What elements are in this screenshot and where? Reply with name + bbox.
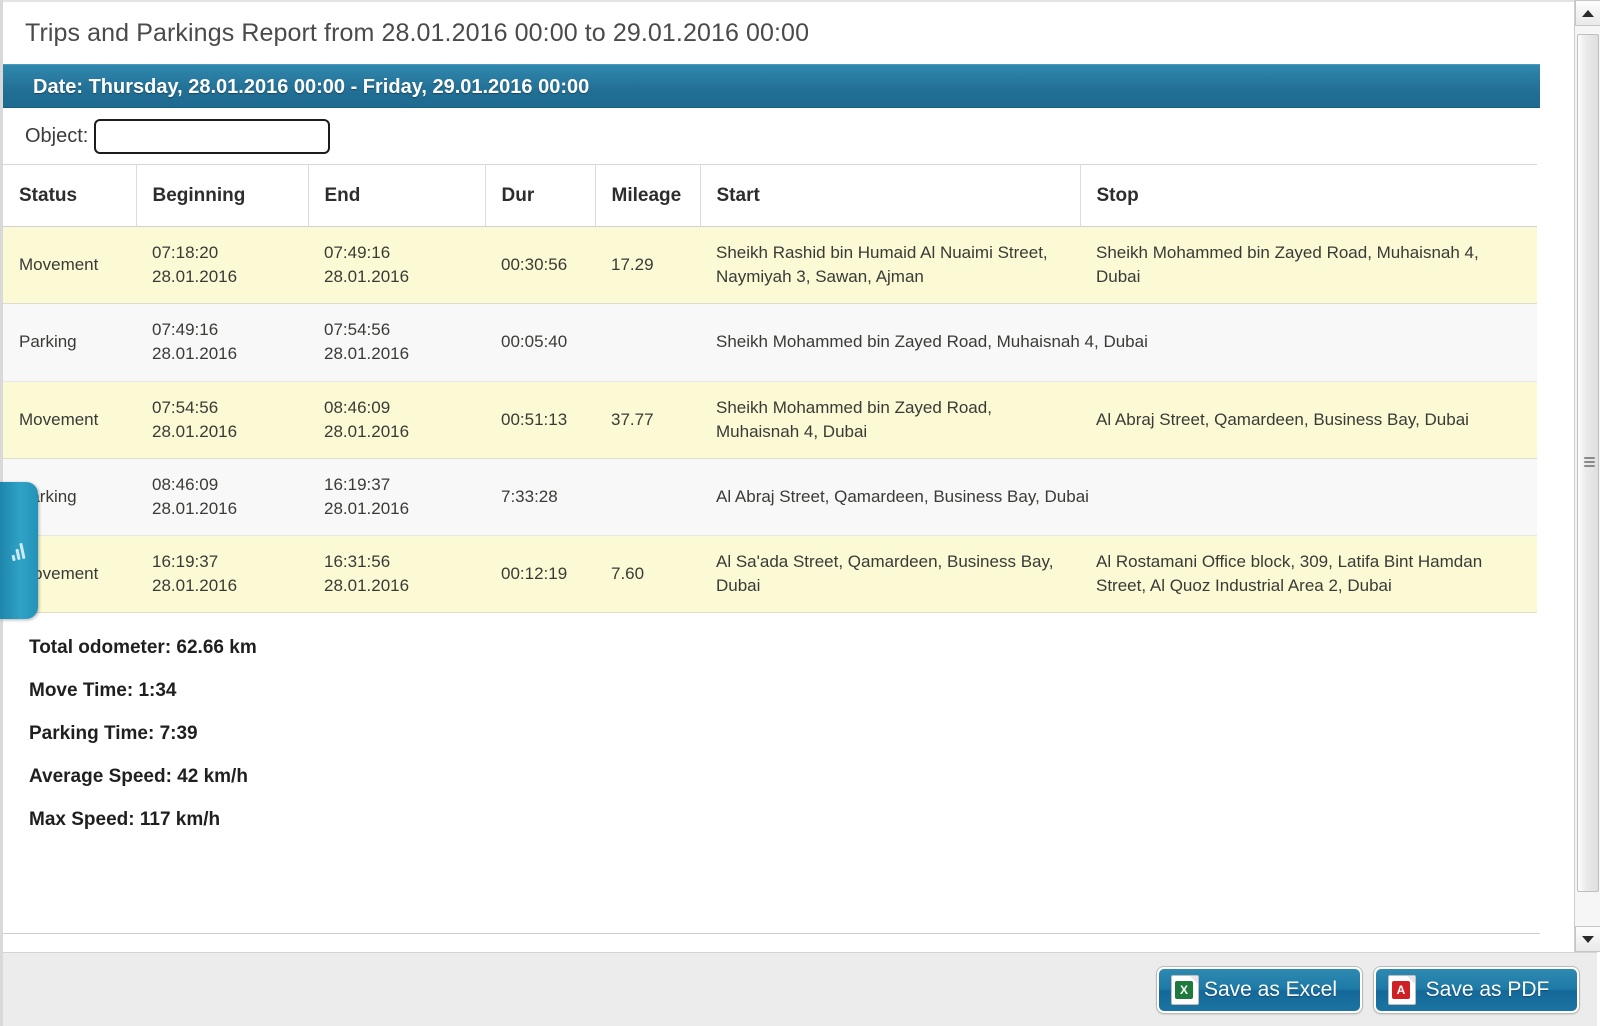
begin-date: 28.01.2016 [152,267,238,287]
begin-time: 07:49:16 [152,320,219,340]
table-row[interactable]: Parking 08:46:09 28.01.2016 16:19:37 28.… [3,458,1537,537]
side-panel-toggle-tab[interactable] [0,482,38,619]
vertical-scrollbar[interactable] [1574,0,1600,952]
cell-status: Movement [3,381,136,459]
cell-stop: Al Abraj Street, Qamardeen, Business Bay… [1080,381,1537,459]
column-header-mileage[interactable]: Mileage [595,164,701,227]
scroll-up-button[interactable] [1575,0,1600,26]
cell-mileage: 7.60 [595,535,700,614]
cell-start: Sheikh Mohammed bin Zayed Road, Muhaisna… [700,381,1080,459]
cell-end: 07:54:56 28.01.2016 [308,303,485,382]
table-row[interactable]: Movement 07:18:20 28.01.2016 07:49:16 28… [3,226,1537,305]
table-row[interactable]: Movement 07:54:56 28.01.2016 08:46:09 28… [3,381,1537,459]
end-time: 16:31:56 [324,552,391,571]
report-window: Trips and Parkings Report from 28.01.201… [0,0,1600,1026]
summary-total-odometer: Total odometer: 62.66 km [29,637,257,659]
cell-status: Parking [3,303,136,382]
begin-date: 28.01.2016 [152,576,238,596]
begin-date: 28.01.2016 [152,344,238,364]
cell-end: 08:46:09 28.01.2016 [308,381,485,459]
cell-start: Sheikh Rashid bin Humaid Al Nuaimi Stree… [700,226,1080,305]
end-date: 28.01.2016 [324,344,410,364]
save-as-excel-label: Save as Excel [1203,977,1338,1001]
table-row[interactable]: Movement 16:19:37 28.01.2016 16:31:56 28… [3,535,1537,614]
save-as-excel-button[interactable]: X Save as Excel [1157,966,1362,1013]
cell-beginning: 07:54:56 28.01.2016 [136,381,308,459]
cell-status: Movement [3,226,136,305]
cell-duration: 00:30:56 [485,226,595,305]
table-header-row: Status Beginning End Dur Mileage Start S… [3,164,1537,227]
column-header-beginning[interactable]: Beginning [136,164,309,227]
excel-badge-label: X [1175,980,1193,999]
cell-mileage [595,458,700,537]
column-header-status[interactable]: Status [3,164,137,227]
summary-move-time: Move Time: 1:34 [29,680,177,702]
cell-start: Sheikh Mohammed bin Zayed Road, Muhaisna… [700,303,1537,382]
page-title: Trips and Parkings Report from 28.01.201… [25,19,810,47]
save-as-pdf-button[interactable]: A Save as PDF [1374,966,1579,1013]
content-divider [3,933,1540,934]
table-row[interactable]: Parking 07:49:16 28.01.2016 07:54:56 28.… [3,303,1537,382]
chart-bars-icon [9,542,26,562]
date-range-banner: Date: Thursday, 28.01.2016 00:00 - Frida… [3,64,1540,108]
summary-panel: Total odometer: 62.66 km Move Time: 1:34… [3,613,1540,832]
end-date: 28.01.2016 [324,421,410,441]
cell-beginning: 07:49:16 28.01.2016 [136,303,308,382]
cell-mileage: 37.77 [595,381,700,459]
chevron-down-icon [1582,936,1594,943]
object-filter-label: Object: [25,124,89,147]
cell-duration: 00:51:13 [485,381,595,459]
cell-duration: 7:33:28 [485,458,595,537]
cell-stop: Sheikh Mohammed bin Zayed Road, Muhaisna… [1080,226,1537,305]
cell-beginning: 16:19:37 28.01.2016 [136,535,308,614]
summary-average-speed: Average Speed: 42 km/h [29,766,248,788]
end-time: 08:46:09 [324,397,391,417]
object-filter-row: Object: [3,108,1540,164]
cell-start: Al Sa'ada Street, Qamardeen, Business Ba… [700,535,1080,614]
save-as-pdf-label: Save as PDF [1425,977,1550,1001]
scroll-down-button[interactable] [1575,926,1600,952]
end-time: 07:49:16 [324,243,391,262]
begin-time: 08:46:09 [152,474,219,494]
cell-mileage: 17.29 [595,226,700,305]
begin-time: 07:54:56 [152,397,219,417]
cell-beginning: 07:18:20 28.01.2016 [136,226,308,305]
excel-file-icon: X [1171,974,1199,1005]
cell-stop: Al Rostamani Office block, 309, Latifa B… [1080,535,1537,614]
begin-time: 16:19:37 [152,552,219,571]
column-header-start[interactable]: Start [700,164,1081,227]
end-date: 28.01.2016 [324,576,410,596]
cell-start: Al Abraj Street, Qamardeen, Business Bay… [700,458,1537,537]
end-date: 28.01.2016 [324,267,410,287]
pdf-badge-label: A [1392,980,1410,999]
begin-date: 28.01.2016 [152,421,238,441]
cell-duration: 00:05:40 [485,303,595,382]
summary-max-speed: Max Speed: 117 km/h [29,809,221,831]
pdf-file-icon: A [1388,974,1416,1005]
begin-time: 07:18:20 [152,243,219,262]
report-scroll-content: Trips and Parkings Report from 28.01.201… [3,2,1540,952]
table-body: Movement 07:18:20 28.01.2016 07:49:16 28… [3,226,1537,614]
end-date: 28.01.2016 [324,498,410,518]
cell-end: 16:31:56 28.01.2016 [308,535,485,614]
cell-mileage [595,303,700,382]
column-header-end[interactable]: End [308,164,486,227]
cell-end: 16:19:37 28.01.2016 [308,458,485,537]
end-time: 07:54:56 [324,320,391,340]
begin-date: 28.01.2016 [152,498,238,518]
cell-duration: 00:12:19 [485,535,595,614]
grip-icon [1584,457,1595,469]
end-time: 16:19:37 [324,474,391,494]
summary-parking-time: Parking Time: 7:39 [29,723,198,745]
cell-beginning: 08:46:09 28.01.2016 [136,458,308,537]
column-header-dur[interactable]: Dur [485,164,596,227]
export-button-group: X Save as Excel A Save as PDF [1157,966,1579,1013]
footer-toolbar: X Save as Excel A Save as PDF [3,952,1597,1026]
cell-end: 07:49:16 28.01.2016 [308,226,485,305]
object-input[interactable] [94,118,331,154]
scrollbar-thumb[interactable] [1577,34,1599,892]
chevron-up-icon [1582,10,1594,17]
column-header-stop[interactable]: Stop [1080,164,1537,227]
trips-table: Status Beginning End Dur Mileage Start S… [3,164,1537,614]
